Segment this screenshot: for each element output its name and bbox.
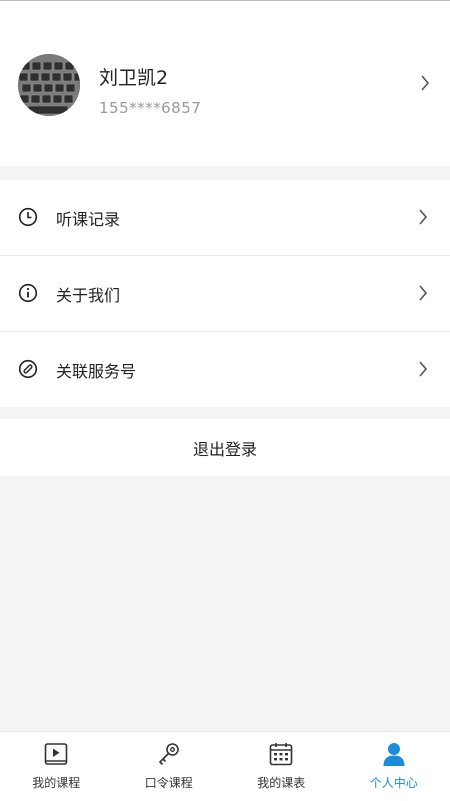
chevron-right-icon xyxy=(418,361,428,377)
tab-label: 我的课程 xyxy=(0,774,113,791)
chevron-right-icon xyxy=(418,209,428,225)
menu-item-label: 关联服务号 xyxy=(56,358,136,382)
person-icon xyxy=(381,741,407,767)
bottom-tab-bar: 我的课程 口令课程 我的课表 个人中心 xyxy=(0,731,450,801)
menu-item-about-us[interactable]: 关于我们 xyxy=(0,256,450,332)
menu-item-label: 听课记录 xyxy=(56,206,120,230)
avatar-image xyxy=(18,54,80,116)
chevron-right-icon[interactable] xyxy=(420,75,430,91)
info-icon xyxy=(18,283,38,303)
clock-icon xyxy=(18,207,38,227)
key-icon xyxy=(156,741,182,767)
calendar-icon xyxy=(268,741,294,767)
tab-label: 我的课表 xyxy=(225,774,338,791)
username: 刘卫凯2 xyxy=(99,63,168,90)
chevron-right-icon xyxy=(418,285,428,301)
tab-my-schedule[interactable]: 我的课表 xyxy=(225,732,338,801)
menu-item-listening-history[interactable]: 听课记录 xyxy=(0,180,450,256)
logout-button[interactable]: 退出登录 xyxy=(0,419,450,476)
tab-label: 个人中心 xyxy=(338,774,450,791)
menu-item-linked-service-account[interactable]: 关联服务号 xyxy=(0,332,450,407)
menu-item-label: 关于我们 xyxy=(56,282,120,306)
tab-password-courses[interactable]: 口令课程 xyxy=(113,732,226,801)
tab-label: 口令课程 xyxy=(113,774,226,791)
menu-list: 听课记录 关于我们 关联服务号 xyxy=(0,180,450,407)
phone-number: 155****6857 xyxy=(99,99,201,117)
play-icon xyxy=(43,741,69,767)
avatar[interactable] xyxy=(18,54,80,116)
tab-my-courses[interactable]: 我的课程 xyxy=(0,732,113,801)
link-icon xyxy=(18,359,38,379)
tab-personal-center[interactable]: 个人中心 xyxy=(338,732,450,801)
profile-card[interactable]: 刘卫凯2 155****6857 xyxy=(0,1,450,166)
